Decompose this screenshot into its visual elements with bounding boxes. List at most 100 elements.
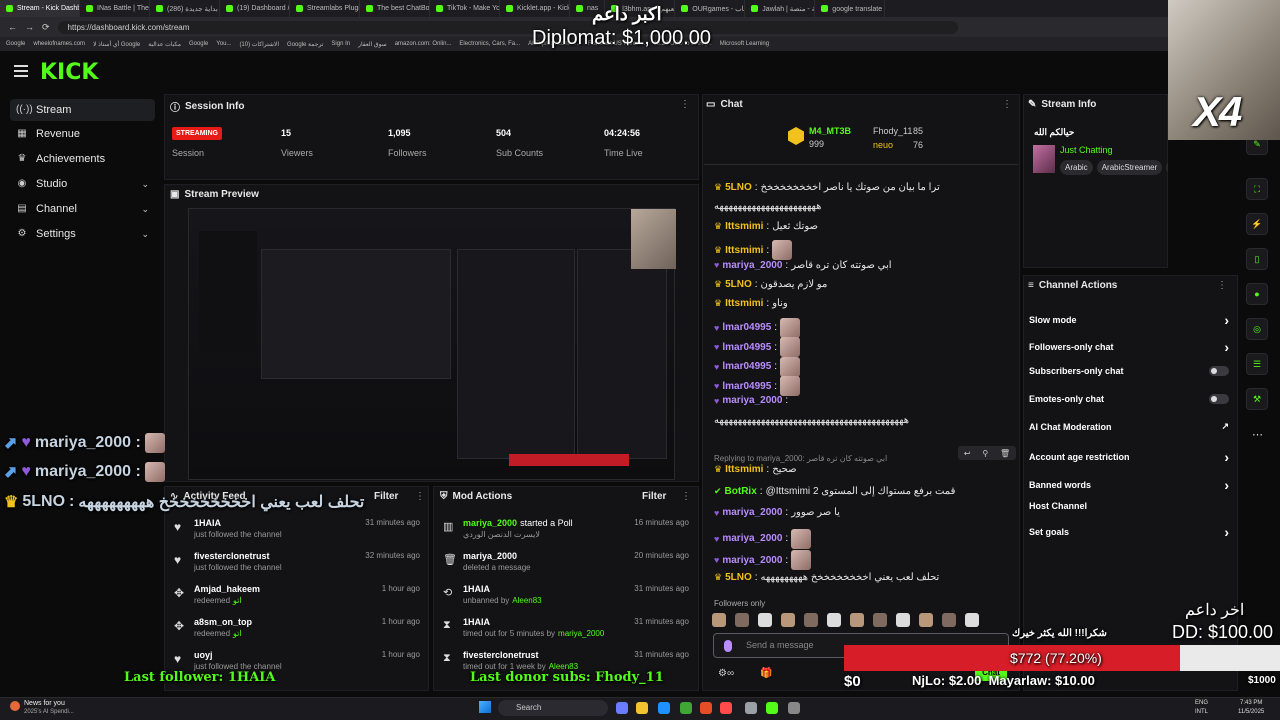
chat-username[interactable]: BotRix: [725, 486, 757, 497]
bookmark-link[interactable]: (10) الاشتراكات: [239, 41, 279, 48]
chat-username[interactable]: Ittsmimi: [725, 221, 763, 232]
browser-tab[interactable]: Streamlabs Plugin for: [290, 0, 360, 17]
channel-action-ai-chat-moderation[interactable]: AI Chat Moderation ↗: [1029, 421, 1229, 432]
chat-message[interactable]: ♥ lmar04995:: [714, 337, 801, 358]
server-icon[interactable]: ☰: [1246, 353, 1268, 375]
wrench-icon[interactable]: ⚒: [1246, 388, 1268, 410]
pin-icon[interactable]: ⚲: [982, 449, 988, 458]
emote-icon[interactable]: [919, 613, 933, 627]
browser-tab[interactable]: The best ChatBot and: [360, 0, 430, 17]
bookmark-link[interactable]: Google: [6, 41, 25, 47]
chat-message[interactable]: ♛ 5LNO: ترا ما بيان من صوتك يا ناصر اخخخخخ…: [714, 182, 940, 193]
more-options-icon[interactable]: ⋮: [680, 99, 690, 110]
chat-message[interactable]: ♥ lmar04995:: [714, 356, 801, 377]
chat-message[interactable]: ♛ 5LNO: مو لازم يصدقون: [714, 279, 827, 290]
app5-icon[interactable]: [788, 702, 800, 714]
message-actions[interactable]: ↩ ⚲ 🗑: [958, 446, 1016, 460]
bookmark-link[interactable]: wheelofnames.com: [33, 41, 85, 47]
browser-tab[interactable]: INas Battle | The best: [80, 0, 150, 17]
activity-item[interactable]: 1HAIA just followed the channel 31 minutes…: [194, 518, 420, 539]
sidebar-item-revenue[interactable]: ▦ Revenue: [10, 123, 155, 145]
category-label[interactable]: Just Chatting: [1060, 145, 1113, 155]
bookmark-link[interactable]: سوق العقار: [358, 41, 387, 48]
emote-icon[interactable]: [896, 613, 910, 627]
chat-message[interactable]: ♥ lmar04995:: [714, 317, 801, 338]
chat-username[interactable]: mariya_2000: [722, 507, 782, 518]
explorer-icon[interactable]: [636, 702, 648, 714]
browser-tab[interactable]: Stream - Kick Dashb: [0, 0, 80, 17]
url-input[interactable]: https://dashboard.kick.com/stream: [57, 20, 958, 34]
sidebar-item-achievements[interactable]: ♛ Achievements: [10, 148, 155, 170]
channel-action-banned-words[interactable]: Banned words ›: [1029, 477, 1229, 493]
leader-third-name[interactable]: neuo: [873, 140, 893, 150]
chat-message[interactable]: ♛ Ittsmimi: وناو: [714, 298, 788, 309]
toggle-switch[interactable]: [1209, 366, 1229, 376]
tag-chip[interactable]: INas: [1166, 160, 1168, 175]
chat-username[interactable]: lmar04995: [722, 322, 771, 333]
channel-action-emotes-only-chat[interactable]: Emotes-only chat: [1029, 394, 1229, 404]
windows-start-icon[interactable]: [479, 701, 491, 713]
chat-message[interactable]: ♛ 5LNO: تحلف لعب يعني اخخخخخخخخخ ههههههههه…: [714, 572, 939, 583]
chat-username[interactable]: mariya_2000: [722, 533, 782, 544]
more-options-icon[interactable]: ⋮: [681, 491, 691, 502]
chat-message[interactable]: هههههههههههههههههههههههههههههههههههههههه…: [714, 415, 909, 426]
emote-bar[interactable]: [712, 610, 1012, 630]
broadcast-icon[interactable]: ◎: [1246, 318, 1268, 340]
chat-message[interactable]: ♥ lmar04995:: [714, 376, 801, 396]
task-view-icon[interactable]: [616, 702, 628, 714]
mod-action-item[interactable]: mariya_2000 started a Poll لايسرت الدنصن ا…: [463, 518, 689, 539]
tag-chip[interactable]: Arabic: [1060, 160, 1093, 175]
activity-item[interactable]: Amjad_hakeem redeemed اتو 1 hour ago: [194, 584, 420, 605]
stream-preview-video[interactable]: [188, 208, 676, 480]
channel-action-set-goals[interactable]: Set goals ›: [1029, 524, 1229, 540]
chat-message[interactable]: ♥ mariya_2000:: [714, 528, 812, 549]
chat-username[interactable]: lmar04995: [722, 361, 771, 372]
app2-icon[interactable]: [720, 702, 732, 714]
bookmark-link[interactable]: مكبات عدالية: [148, 41, 181, 48]
chat-settings-icon[interactable]: ⚙∞: [718, 668, 734, 679]
sidebar-item-channel[interactable]: ▤ Channel ⌄: [10, 198, 155, 220]
sidebar-item-settings[interactable]: ⚙ Settings ⌄: [10, 223, 155, 245]
chat-username[interactable]: Ittsmimi: [725, 464, 763, 475]
chat-username[interactable]: Ittsmimi: [725, 245, 763, 256]
chat-message[interactable]: ♥ mariya_2000:: [714, 395, 788, 406]
chat-username[interactable]: Ittsmimi: [725, 298, 763, 309]
emote-icon[interactable]: [873, 613, 887, 627]
gift-icon[interactable]: 🎁: [760, 668, 772, 679]
share-icon[interactable]: ⋯: [1252, 428, 1263, 441]
channel-action-followers-only-chat[interactable]: Followers-only chat ›: [1029, 339, 1229, 355]
more-options-icon[interactable]: ⋮: [415, 491, 425, 502]
browser-tab[interactable]: TikTok - Make Your: [430, 0, 500, 17]
chat-message[interactable]: ♛ Ittsmimi: صوتك ثعيل: [714, 221, 818, 232]
channel-action-slow-mode[interactable]: Slow mode ›: [1029, 312, 1229, 328]
message-icon[interactable]: ●: [1246, 283, 1268, 305]
app4-icon[interactable]: [766, 702, 778, 714]
mod-action-item[interactable]: 1HAIA unbanned by Aleen83 31 minutes ago: [463, 584, 689, 605]
app3-icon[interactable]: [745, 702, 757, 714]
emote-icon[interactable]: [735, 613, 749, 627]
bookmark-link[interactable]: Sign In: [331, 41, 350, 47]
chat-username[interactable]: mariya_2000: [722, 555, 782, 566]
chat-message[interactable]: ♛ Ittsmimi: صحيح: [714, 464, 797, 475]
fullscreen-icon[interactable]: ⛶: [1246, 178, 1268, 200]
back-icon[interactable]: ←: [8, 22, 17, 32]
more-options-icon[interactable]: ⋮: [1002, 99, 1012, 110]
emote-icon[interactable]: [781, 613, 795, 627]
mod-action-item[interactable]: fivesterclonetrust timed out for 1 week b…: [463, 650, 689, 671]
bookmark-link[interactable]: You...: [216, 41, 231, 47]
browser-tab[interactable]: Jawlah | جولة - منصة: [745, 0, 816, 17]
browser-icon[interactable]: [700, 702, 712, 714]
channel-action-host-channel[interactable]: Host Channel: [1029, 501, 1229, 511]
browser-tab[interactable]: (286) بداية جديدة: [150, 0, 220, 17]
chat-message[interactable]: ♥ mariya_2000: ابي صوتته كان تره قاصر: [714, 260, 892, 271]
sidebar-item-studio[interactable]: ◉ Studio ⌄: [10, 173, 155, 195]
activity-item[interactable]: fivesterclonetrust just followed the chan…: [194, 551, 420, 572]
chat-username[interactable]: 5LNO: [725, 279, 752, 290]
chat-username[interactable]: 5LNO: [725, 182, 752, 193]
activity-item[interactable]: a8sm_on_top redeemed اتو 1 hour ago: [194, 617, 420, 638]
menu-icon[interactable]: [14, 65, 28, 77]
edge-icon[interactable]: [658, 702, 670, 714]
mod-action-item[interactable]: 1HAIA timed out for 5 minutes by mariya_20…: [463, 617, 689, 638]
chat-message[interactable]: ههههههههههههههههههههههه: [714, 201, 821, 212]
emote-icon[interactable]: [965, 613, 979, 627]
